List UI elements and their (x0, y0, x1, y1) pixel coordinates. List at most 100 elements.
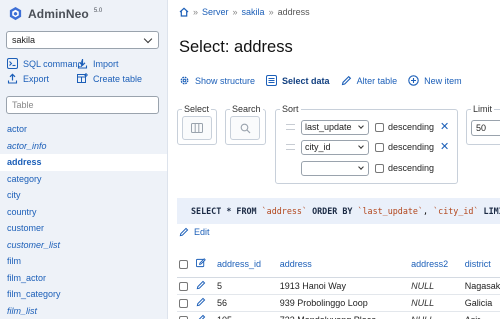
descending-checkbox[interactable] (375, 122, 384, 132)
sort-column-select[interactable] (301, 160, 369, 176)
import-link[interactable]: Import (77, 58, 119, 69)
address-cell: 939 Probolinggo Loop (277, 294, 410, 312)
sidebar-table-link[interactable]: country (0, 204, 167, 221)
drag-handle-icon[interactable] (286, 144, 295, 150)
select-columns-button[interactable] (182, 116, 212, 140)
column-header-address[interactable]: address (277, 252, 410, 278)
sort-column-select[interactable]: last_update (301, 119, 369, 135)
remove-sort-icon[interactable]: ✕ (440, 141, 449, 153)
row-checkbox-cell (177, 294, 194, 312)
breadcrumb-database[interactable]: sakila (242, 7, 265, 17)
sql-query: SELECT * FROM `address` ORDER BY `last_u… (177, 198, 500, 224)
chevron-down-icon (358, 123, 364, 129)
edit-row-icon[interactable] (196, 297, 206, 307)
sort-column-value: city_id (305, 142, 331, 152)
sidebar-table-link[interactable]: customer (0, 220, 167, 237)
gear-icon (180, 76, 189, 85)
show-structure-link[interactable]: Show structure (179, 75, 255, 86)
select-all-checkbox[interactable] (179, 260, 188, 270)
descending-label: descending (388, 163, 435, 173)
sidebar-table-link[interactable]: category (0, 171, 167, 188)
pencil-icon (341, 75, 351, 86)
sql-keyword: SELECT (191, 206, 222, 216)
sidebar-table-link[interactable]: film_actor (0, 270, 167, 287)
brand[interactable]: AdminNeo 5.0 (8, 6, 102, 21)
edit-query-link[interactable]: Edit (179, 227, 210, 237)
chevron-down-icon (143, 34, 153, 43)
brand-name: AdminNeo (28, 6, 89, 21)
descending-checkbox[interactable] (375, 142, 384, 152)
export-icon (7, 73, 18, 84)
breadcrumb: » Server » sakila » address (179, 7, 310, 17)
sort-row: city_id descending ✕ (286, 139, 449, 155)
column-header-address2[interactable]: address2 (409, 252, 463, 278)
brand-version: 5.0 (93, 7, 103, 14)
address-id-cell: 5 (215, 277, 278, 295)
row-checkbox[interactable] (179, 281, 188, 291)
sort-row: last_update descending ✕ (286, 119, 449, 135)
home-icon[interactable] (179, 7, 189, 17)
row-edit-cell (194, 294, 215, 312)
data-table: address_id address address2 district 5 19… (177, 252, 500, 319)
sidebar-table-link[interactable]: city (0, 187, 167, 204)
sql-identifier: `city_id` (433, 206, 479, 216)
row-checkbox-cell (177, 277, 194, 295)
chevron-down-icon (358, 143, 364, 149)
import-label: Import (93, 58, 119, 69)
remove-sort-icon[interactable]: ✕ (440, 121, 449, 133)
select-data-link[interactable]: Select data (266, 75, 330, 86)
descending-checkbox[interactable] (375, 163, 384, 173)
sql-star: * (226, 206, 232, 216)
edit-all-icon[interactable] (196, 258, 206, 268)
breadcrumb-server[interactable]: Server (202, 7, 229, 17)
limit-legend: Limit (471, 104, 495, 114)
row-edit-cell (194, 311, 215, 319)
database-select[interactable]: sakila (6, 31, 159, 49)
breadcrumb-separator: » (193, 7, 199, 17)
sidebar-table-link[interactable]: address (0, 154, 167, 171)
sql-keyword: FROM (236, 206, 257, 216)
address-id-cell: 105 (215, 311, 278, 319)
column-header-address-id[interactable]: address_id (215, 252, 278, 278)
new-item-link[interactable]: New item (408, 75, 462, 86)
sidebar-table-link[interactable]: actor_info (0, 138, 167, 155)
sidebar: AdminNeo 5.0 sakila SQL command Import E… (0, 0, 168, 319)
column-header-district[interactable]: district (462, 252, 500, 278)
create-table-icon (77, 73, 88, 83)
table-filter-input[interactable]: Table (6, 96, 159, 114)
alter-table-link[interactable]: Alter table (341, 75, 397, 86)
edit-row-icon[interactable] (196, 280, 206, 290)
database-select-value: sakila (12, 35, 36, 45)
sidebar-table-link[interactable]: film_list (0, 303, 167, 319)
limit-fieldset: Limit 50 (466, 104, 500, 145)
sidebar-table-link[interactable]: customer_list (0, 237, 167, 254)
edit-row-icon[interactable] (196, 314, 206, 319)
sql-command-link[interactable]: SQL command (7, 58, 83, 69)
export-label: Export (23, 73, 50, 84)
import-icon (77, 59, 88, 69)
table-actions: Show structure Select data Alter table N… (179, 75, 473, 86)
row-checkbox-cell (177, 311, 194, 319)
sort-column-select[interactable]: city_id (301, 139, 369, 155)
search-icon (240, 123, 250, 133)
breadcrumb-current: address (277, 7, 310, 17)
create-table-link[interactable]: Create table (77, 73, 142, 84)
address-cell: 733 Mandaluyong Place (277, 311, 410, 319)
sidebar-table-link[interactable]: actor (0, 121, 167, 138)
row-edit-cell (194, 277, 215, 295)
limit-input[interactable]: 50 (471, 120, 500, 136)
row-checkbox[interactable] (179, 315, 188, 319)
row-checkbox[interactable] (179, 298, 188, 308)
drag-handle-icon[interactable] (286, 124, 295, 130)
descending-label: descending (388, 142, 435, 152)
sql-keyword: ORDER BY (312, 206, 353, 216)
sidebar-table-link[interactable]: film_category (0, 286, 167, 303)
sidebar-table-link[interactable]: film (0, 253, 167, 270)
export-link[interactable]: Export (7, 73, 49, 84)
create-table-label: Create table (93, 73, 143, 84)
district-cell: Asir (462, 311, 500, 319)
table-list: actor actor_info address category city countr… (0, 121, 167, 319)
table-row: 5 1913 Hanoi Way NULL Nagasaki (177, 277, 500, 295)
sql-comma: , (423, 206, 429, 216)
search-button[interactable] (230, 116, 260, 140)
